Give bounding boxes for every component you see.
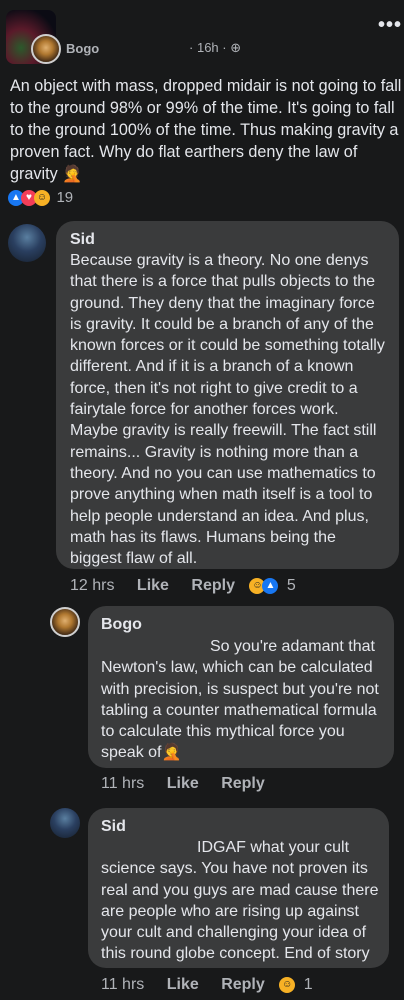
post-text: An object with mass, dropped midair is n… (10, 75, 402, 185)
reply-text-line: science says. You have not proven its (101, 860, 368, 878)
more-options-icon[interactable]: ••• (378, 14, 402, 37)
comment-text-line: prove anything when math itself is a too… (70, 486, 373, 504)
post-text-line: gravity 🤦 (10, 165, 83, 183)
post-text-line: proven fact. Why do flat earthers deny t… (10, 143, 358, 161)
comment-text: Because gravity is a theory. No one deny… (70, 250, 395, 569)
comment-time[interactable]: 12 hrs (70, 577, 114, 594)
comment-text-line: different. And if it is a branch of a kn… (70, 358, 354, 376)
comment-text-line: that there is a force that pulls objects… (70, 273, 376, 291)
comment-text-line: ground. They deny that the imaginary for… (70, 294, 375, 312)
reply-button[interactable]: Reply (221, 775, 265, 792)
comment-text-line: fairytale force for another forces work. (70, 401, 339, 419)
comment-text-line: is gravity. It could be a branch of any … (70, 315, 374, 333)
reply-bubble: Bogo So you're adamant that Newton's law… (88, 606, 394, 768)
reply-button[interactable]: Reply (221, 976, 265, 993)
comment-text-line: theory. And no you can use mathematics t… (70, 464, 376, 482)
reply-author-name[interactable]: Bogo (101, 616, 142, 634)
comment-text-line: help people understand an idea. And plus… (70, 507, 369, 525)
post-text-line: to the ground 100% of the time. Thus mak… (10, 121, 399, 139)
like-button[interactable]: Like (137, 577, 169, 594)
reply-actions: 11 hrs Like Reply (101, 775, 265, 793)
reply-button[interactable]: Reply (191, 577, 235, 594)
reply-actions: 11 hrs Like Reply ☺ 1 (101, 976, 313, 994)
post-text-line: to the ground 98% or 99% of the time. It… (10, 99, 395, 117)
like-button[interactable]: Like (167, 775, 199, 792)
comment-text-line: biggest flaw of all. (70, 550, 198, 568)
reply-text: IDGAF what your cult science says. You h… (101, 837, 386, 965)
comment-author-name[interactable]: Sid (70, 231, 95, 249)
reply-text-line: to calculate this mythical force you (101, 723, 345, 741)
post-time[interactable]: 16h (197, 40, 219, 55)
comment-actions: 12 hrs Like Reply ☺ ▲ 5 (70, 577, 296, 595)
comment-text-line: Because gravity is a theory. No one deny… (70, 252, 369, 269)
reply-text-line: IDGAF what your cult (197, 839, 350, 856)
post-separator-2: · (222, 40, 227, 55)
comment-text-line: remains... Gravity is nothing more than … (70, 443, 359, 461)
reply-text: So you're adamant that Newton's law, whi… (101, 636, 391, 764)
reply-text-line: real and you guys are mad cause there (101, 881, 379, 899)
reply-text-line: tabling a counter mathematical formula (101, 701, 377, 719)
globe-icon: ⊕ (230, 40, 242, 55)
haha-reaction-icon: ☺ (34, 189, 50, 206)
reply-author-avatar[interactable] (50, 607, 80, 637)
comment-reactions[interactable]: ☺ ▲ 5 (249, 577, 296, 594)
comment-bubble: Sid Because gravity is a theory. No one … (56, 221, 399, 569)
post-separator: · (189, 40, 194, 55)
reply-text-line: your cult and challenging your idea of (101, 924, 367, 942)
haha-reaction-icon: ☺ (279, 976, 296, 993)
reply-text-line: speak of🤦 (101, 744, 182, 762)
post-text-line: An object with mass, dropped midair is n… (10, 77, 402, 95)
comment-text-line: force, then it's not right to give credi… (70, 379, 358, 397)
like-reaction-icon: ▲ (262, 577, 279, 594)
reply-text-line: with precision, is suspect but you're no… (101, 680, 379, 698)
reply-text-line: Newton's law, which can be calculated (101, 659, 373, 677)
reply-reactions[interactable]: ☺ 1 (279, 976, 313, 993)
like-button[interactable]: Like (167, 976, 199, 993)
post-author-avatar[interactable] (31, 34, 61, 64)
reply-time[interactable]: 11 hrs (101, 976, 144, 993)
comment-author-avatar[interactable] (8, 224, 46, 262)
post-meta: · 16h · ⊕ (189, 40, 241, 56)
reply-reaction-count: 1 (303, 976, 313, 993)
reply-text-line: are people who are rising up against (101, 902, 359, 920)
post-reaction-count: 19 (56, 189, 74, 206)
post-reactions[interactable]: ▲ ♥ ☺ 19 (8, 189, 73, 207)
reply-time[interactable]: 11 hrs (101, 775, 144, 792)
reply-author-avatar[interactable] (50, 808, 80, 838)
comment-text-line: known forces or it could be something to… (70, 337, 385, 355)
reply-author-name[interactable]: Sid (101, 818, 126, 836)
reply-text-line: this round globe concept. End of story (101, 945, 370, 963)
reply-bubble: Sid IDGAF what your cult science says. Y… (88, 808, 389, 968)
comment-text-line: math has its flaws. Humans being the (70, 528, 336, 546)
comment-reaction-count: 5 (286, 577, 296, 594)
comment-text-line: Maybe gravity is really freewill. The fa… (70, 422, 377, 440)
post-author-name[interactable]: Bogo (66, 41, 99, 56)
reply-text-line: So you're adamant that (210, 638, 375, 655)
